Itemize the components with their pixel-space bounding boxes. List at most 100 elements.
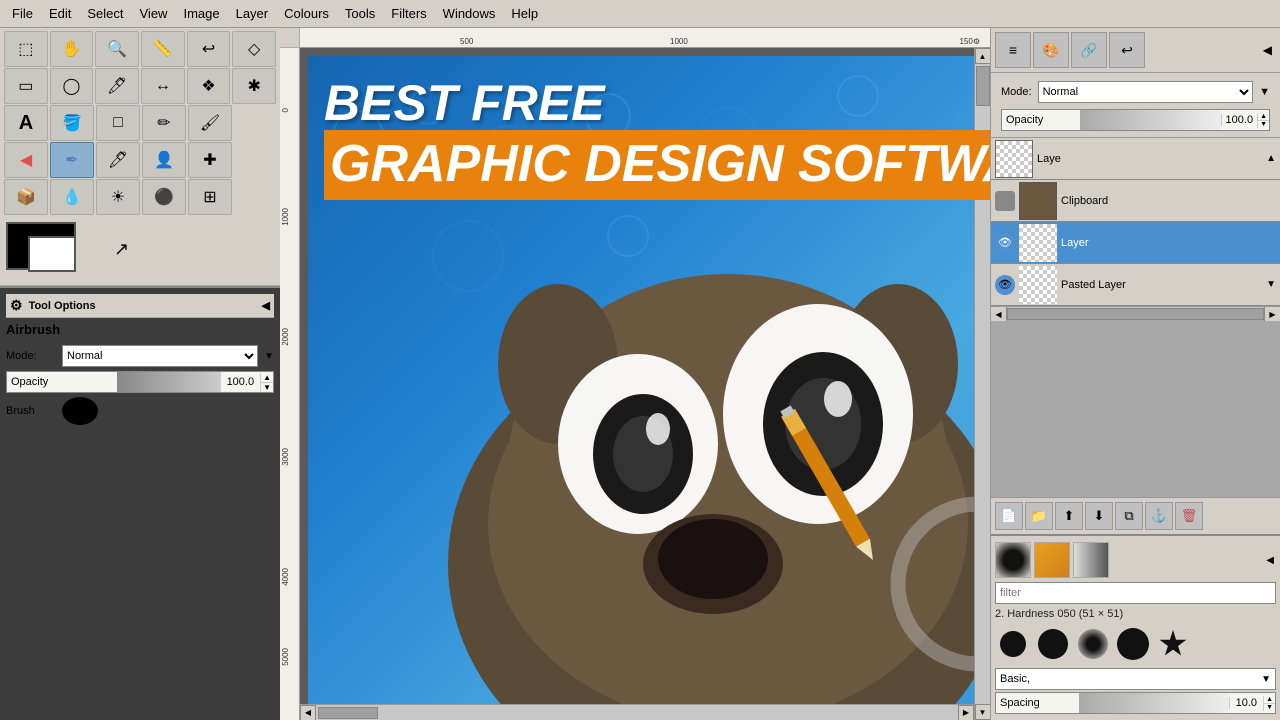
layer-scroll-down-icon[interactable]: ▼ [1266,279,1276,290]
tool-eraser[interactable]: ◀ [4,142,48,178]
scroll-left-btn[interactable]: ◀ [300,705,316,720]
menu-filters[interactable]: Filters [383,4,434,23]
tool-connect[interactable]: ❖ [187,68,231,104]
canvas-scroll-area[interactable]: BEST FREE GRAPHIC DESIGN SOFTWARE ▲ ▼ ◀ [300,48,990,720]
brush-preset-3[interactable] [1075,626,1111,662]
tool-rect-select[interactable]: ▭ [4,68,48,104]
menu-view[interactable]: View [132,4,176,23]
layer-item-clipboard[interactable]: Clipboard [991,180,1280,222]
tool-pencil[interactable]: ✏ [142,105,186,141]
rp-mode-expand-icon[interactable]: ▼ [1259,86,1270,98]
gimp-mascot [358,184,990,704]
menu-windows[interactable]: Windows [435,4,504,23]
duplicate-layer-btn[interactable]: ⧉ [1115,502,1143,530]
tool-bucket[interactable]: 📦 [4,179,48,215]
scroll-down-btn[interactable]: ▼ [975,704,991,720]
tool-fill[interactable]: 🪣 [50,105,94,141]
tool-transform[interactable]: ↔ [141,68,185,104]
menu-select[interactable]: Select [79,4,131,23]
tool-ellipse-select[interactable]: ◯ [50,68,94,104]
tool-heal[interactable]: ✚ [188,142,232,178]
swap-colors-icon[interactable]: ↗ [114,239,129,260]
tool-brush[interactable]: 🖌 [188,105,232,141]
panel-collapse-btn[interactable]: ◀ [1259,39,1276,61]
tool-text[interactable]: A [4,105,48,141]
tool-move[interactable]: ✋ [50,31,94,67]
opacity-up-btn[interactable]: ▲ [261,373,273,383]
brush-preset-4[interactable] [1115,626,1151,662]
spacing-down[interactable]: ▼ [1264,704,1275,711]
menu-file[interactable]: File [4,4,41,23]
layer-eye-pasted[interactable]: 👁 [995,275,1015,295]
brush-preset-2[interactable] [1035,626,1071,662]
brush-type-linear[interactable] [1073,542,1109,578]
paths-nav-icon[interactable]: 🔗 [1071,32,1107,68]
tool-zoom[interactable]: 🔍 [95,31,139,67]
brush-panel-collapse[interactable]: ◀ [1264,553,1276,568]
undo-nav-icon[interactable]: ↩ [1109,32,1145,68]
tool-free-select[interactable]: ⬚ [4,31,48,67]
layer-eye-clipboard[interactable] [995,191,1015,211]
brush-type-textured[interactable] [1034,542,1070,578]
menu-image[interactable]: Image [175,4,227,23]
rp-opacity-up[interactable]: ▲ [1258,113,1269,121]
delete-layer-btn[interactable]: 🗑 [1175,502,1203,530]
tool-blur[interactable]: 💧 [50,179,94,215]
basic-dropdown[interactable]: Basic, ▼ [995,668,1276,690]
menu-help[interactable]: Help [503,4,546,23]
tool-rotate[interactable]: ↩ [187,31,231,67]
layers-nav-icon[interactable]: ≡ [995,32,1031,68]
tool-ink[interactable]: 🖊 [96,142,140,178]
layer-scroll-right[interactable]: ▶ [1264,307,1280,321]
tool-airbrush[interactable]: ✒ [50,142,94,178]
layer-item-active[interactable]: 👁 Layer [991,222,1280,264]
layer-list-scroll[interactable]: Laye ▲ Clipboard 👁 Layer [991,138,1280,306]
tool-script[interactable]: ✱ [232,68,276,104]
layer-h-scroll[interactable]: ◀ ▶ [991,306,1280,320]
tool-smudge[interactable]: ⚫ [142,179,186,215]
rp-opacity-down[interactable]: ▼ [1258,121,1269,128]
ruler-mark-150: 150 ⚙ [959,37,980,46]
layer-item-pasted[interactable]: 👁 Pasted Layer ▼ [991,264,1280,306]
brush-type-round[interactable] [995,542,1031,578]
tool-measure[interactable]: 📏 [141,31,185,67]
menu-colours[interactable]: Colours [276,4,337,23]
horizontal-scrollbar[interactable]: ◀ ▶ [300,704,974,720]
tool-rect[interactable]: □ [96,105,140,141]
open-layer-btn[interactable]: 📁 [1025,502,1053,530]
tool-extra[interactable]: ⊞ [188,179,232,215]
tool-clone[interactable]: 👤 [142,142,186,178]
brush-preview[interactable] [62,397,98,425]
opacity-down-btn[interactable]: ▼ [261,383,273,392]
brush-filter-input[interactable] [995,582,1276,604]
basic-expand-icon[interactable]: ▼ [1257,674,1275,685]
new-layer-btn[interactable]: 📄 [995,502,1023,530]
tool-dodge[interactable]: ☀ [96,179,140,215]
layer-up-btn[interactable]: ⬆ [1055,502,1083,530]
tool-options-collapse[interactable]: ◀ [262,299,270,312]
anchor-layer-btn[interactable]: ⚓ [1145,502,1173,530]
scroll-up-btn[interactable]: ▲ [975,48,991,64]
brush-preset-1[interactable] [995,626,1031,662]
mode-select[interactable]: Normal Multiply Screen [62,345,258,367]
rp-mode-select[interactable]: Normal [1038,81,1254,103]
layer-scroll-left[interactable]: ◀ [991,307,1007,321]
scroll-right-btn[interactable]: ▶ [958,705,974,720]
tool-shear[interactable]: ◇ [232,31,276,67]
layer-down-btn[interactable]: ⬇ [1085,502,1113,530]
background-color[interactable] [28,236,76,272]
menu-layer[interactable]: Layer [228,4,277,23]
layer-h-thumb[interactable] [1007,308,1264,320]
mode-expand-icon[interactable]: ▼ [264,351,274,362]
scroll-h-thumb[interactable] [318,707,378,719]
channels-nav-icon[interactable]: 🎨 [1033,32,1069,68]
layer-item-0[interactable]: Laye ▲ [991,138,1280,180]
menu-tools[interactable]: Tools [337,4,383,23]
menu-edit[interactable]: Edit [41,4,79,23]
layer-scroll-icon[interactable]: ▲ [1266,153,1276,164]
ruler-v-area: 0 1000 2000 3000 4000 5000 [280,48,990,720]
brush-preset-5[interactable] [1155,626,1191,662]
layer-eye-active[interactable]: 👁 [995,233,1015,253]
tool-path-select[interactable]: 🖊 [95,68,139,104]
spacing-up[interactable]: ▲ [1264,696,1275,704]
